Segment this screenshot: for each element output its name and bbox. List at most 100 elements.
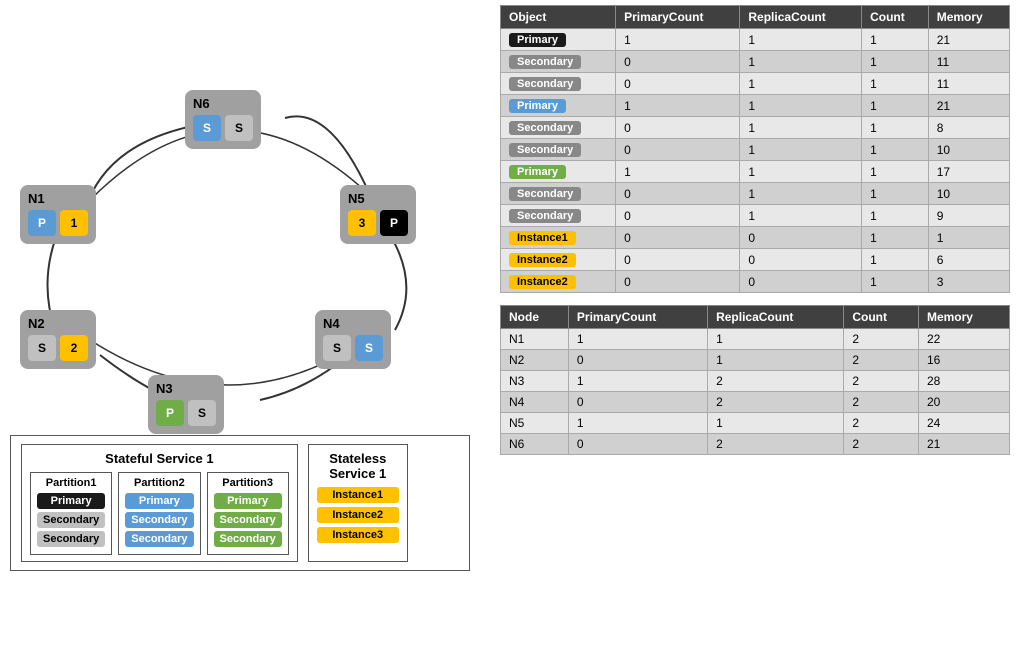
primary-count-cell: 0 [616, 227, 740, 249]
object-badge: Instance2 [509, 275, 576, 289]
replica-count-cell: 1 [740, 161, 862, 183]
node-n3-label: N3 [156, 381, 173, 396]
object-badge: Primary [509, 99, 566, 113]
count-cell: 1 [862, 249, 929, 271]
replica-count-cell: 1 [708, 329, 844, 350]
stateless-service-legend: StatelessService 1 Instance1 Instance2 I… [308, 444, 408, 562]
obj-col-replica-count: ReplicaCount [740, 6, 862, 29]
table-row: N6 0 2 2 21 [501, 434, 1010, 455]
replica-count-cell: 1 [740, 29, 862, 51]
stateless-instance2: Instance2 [317, 507, 399, 523]
node-n5-label: N5 [348, 191, 365, 206]
count-cell: 1 [862, 117, 929, 139]
count-cell: 2 [844, 413, 919, 434]
right-panel: Object PrimaryCount ReplicaCount Count M… [500, 5, 1010, 455]
table-row: Primary 1 1 1 17 [501, 161, 1010, 183]
count-cell: 2 [844, 434, 919, 455]
object-cell: Secondary [501, 51, 616, 73]
object-badge: Secondary [509, 77, 581, 91]
node-n1: N1 P 1 [20, 185, 96, 244]
primary-count-cell: 1 [568, 371, 707, 392]
object-badge: Secondary [509, 209, 581, 223]
primary-count-cell: 1 [568, 329, 707, 350]
memory-cell: 16 [918, 350, 1009, 371]
count-cell: 1 [862, 29, 929, 51]
table-row: Primary 1 1 1 21 [501, 29, 1010, 51]
node-name-cell: N4 [501, 392, 569, 413]
count-cell: 2 [844, 371, 919, 392]
object-badge: Instance1 [509, 231, 576, 245]
partition3-primary: Primary [214, 493, 282, 509]
count-cell: 2 [844, 329, 919, 350]
memory-cell: 17 [928, 161, 1009, 183]
primary-count-cell: 0 [568, 392, 707, 413]
stateless-instance1: Instance1 [317, 487, 399, 503]
object-badge: Secondary [509, 55, 581, 69]
object-badge: Secondary [509, 121, 581, 135]
node-col-node: Node [501, 306, 569, 329]
object-cell: Primary [501, 95, 616, 117]
stateful-service-title: Stateful Service 1 [30, 451, 289, 466]
table-row: Secondary 0 1 1 11 [501, 73, 1010, 95]
primary-count-cell: 1 [568, 413, 707, 434]
node-n6-label: N6 [193, 96, 210, 111]
node-n5: N5 3 P [340, 185, 416, 244]
chip-p-n3: P [156, 400, 184, 426]
object-cell: Primary [501, 161, 616, 183]
partition3-secondary1: Secondary [214, 512, 282, 528]
stateful-partitions: Partition1 Primary Secondary Secondary P… [30, 472, 289, 555]
memory-cell: 9 [928, 205, 1009, 227]
partition1-title: Partition1 [37, 477, 105, 489]
memory-cell: 28 [918, 371, 1009, 392]
memory-cell: 20 [918, 392, 1009, 413]
table-row: Instance2 0 0 1 3 [501, 271, 1010, 293]
memory-cell: 11 [928, 51, 1009, 73]
primary-count-cell: 0 [568, 350, 707, 371]
memory-cell: 11 [928, 73, 1009, 95]
stateless-instance3: Instance3 [317, 527, 399, 543]
object-cell: Instance2 [501, 271, 616, 293]
primary-count-cell: 0 [616, 117, 740, 139]
node-name-cell: N2 [501, 350, 569, 371]
chip-s-n3: S [188, 400, 216, 426]
count-cell: 1 [862, 205, 929, 227]
primary-count-cell: 0 [616, 51, 740, 73]
replica-count-cell: 0 [740, 271, 862, 293]
count-cell: 2 [844, 350, 919, 371]
memory-cell: 3 [928, 271, 1009, 293]
object-cell: Secondary [501, 117, 616, 139]
replica-count-cell: 0 [740, 227, 862, 249]
node-col-count: Count [844, 306, 919, 329]
node-col-primary-count: PrimaryCount [568, 306, 707, 329]
replica-count-cell: 1 [740, 183, 862, 205]
partition2-primary: Primary [125, 493, 193, 509]
partition2-title: Partition2 [125, 477, 193, 489]
table-row: N3 1 2 2 28 [501, 371, 1010, 392]
partition1-primary: Primary [37, 493, 105, 509]
table-row: N5 1 1 2 24 [501, 413, 1010, 434]
partition1: Partition1 Primary Secondary Secondary [30, 472, 112, 555]
partition2-secondary1: Secondary [125, 512, 193, 528]
object-cell: Secondary [501, 139, 616, 161]
object-cell: Instance1 [501, 227, 616, 249]
count-cell: 1 [862, 139, 929, 161]
chip-3-n5: 3 [348, 210, 376, 236]
network-diagram: N1 P 1 N2 S 2 N3 P S N4 S S N5 3 P [0, 0, 490, 650]
replica-count-cell: 1 [708, 350, 844, 371]
table-row: Instance2 0 0 1 6 [501, 249, 1010, 271]
table-row: Primary 1 1 1 21 [501, 95, 1010, 117]
object-cell: Secondary [501, 73, 616, 95]
node-name-cell: N3 [501, 371, 569, 392]
obj-col-count: Count [862, 6, 929, 29]
chip-s1-n4: S [323, 335, 351, 361]
object-cell: Primary [501, 29, 616, 51]
object-badge: Primary [509, 33, 566, 47]
object-cell: Secondary [501, 183, 616, 205]
object-cell: Secondary [501, 205, 616, 227]
replica-count-cell: 1 [740, 139, 862, 161]
count-cell: 1 [862, 161, 929, 183]
primary-count-cell: 0 [616, 73, 740, 95]
node-col-memory: Memory [918, 306, 1009, 329]
primary-count-cell: 0 [616, 205, 740, 227]
table-row: N1 1 1 2 22 [501, 329, 1010, 350]
